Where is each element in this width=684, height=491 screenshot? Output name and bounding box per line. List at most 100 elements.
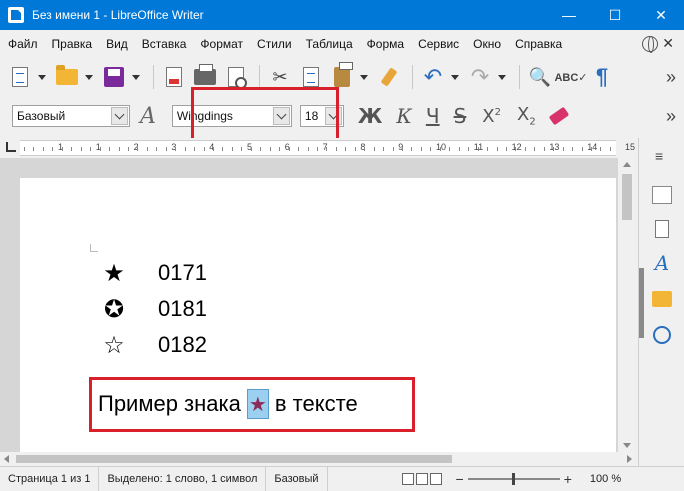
maximize-button[interactable]: ☐	[592, 0, 638, 30]
sidebar-menu-icon[interactable]: ≡	[655, 148, 663, 164]
tab-stop-selector[interactable]	[6, 142, 16, 152]
symbol-code: 0182	[158, 332, 207, 357]
paragraph-style-value: Базовый	[17, 109, 66, 123]
status-bar: Страница 1 из 1 Выделено: 1 слово, 1 сим…	[0, 466, 684, 491]
ruler-tick	[175, 147, 177, 151]
formatting-more-button[interactable]: »	[666, 106, 676, 127]
menu-edit[interactable]: Правка	[52, 37, 93, 51]
vertical-scroll-thumb[interactable]	[622, 174, 632, 220]
undo-dropdown[interactable]	[450, 63, 460, 91]
page-style[interactable]: Базовый	[266, 467, 328, 491]
ruler-tick	[392, 147, 394, 151]
menu-form[interactable]: Форма	[367, 37, 404, 51]
horizontal-scroll-thumb[interactable]	[16, 455, 452, 463]
minimize-button[interactable]: —	[546, 0, 592, 30]
zoom-level[interactable]: 100 %	[590, 473, 621, 485]
folder-icon	[56, 65, 78, 85]
menu-table[interactable]: Таблица	[306, 37, 353, 51]
vertical-scrollbar[interactable]	[618, 158, 636, 452]
toolbar-more-button[interactable]: »	[666, 67, 676, 88]
menu-window[interactable]: Окно	[473, 37, 501, 51]
single-page-view-icon[interactable]	[401, 473, 414, 485]
menu-format[interactable]: Формат	[200, 37, 243, 51]
clone-formatting-button[interactable]	[375, 63, 403, 91]
menu-styles[interactable]: Стили	[257, 37, 292, 51]
subscript-button[interactable]: X2	[517, 104, 536, 128]
symbol-glyph: ✪	[103, 295, 125, 323]
paste-dropdown[interactable]	[359, 63, 369, 91]
sidebar-styles-button[interactable]: A	[651, 251, 673, 275]
ruler-tick	[194, 147, 196, 151]
undo-icon: ↶	[423, 64, 443, 89]
italic-button[interactable]: К	[396, 106, 411, 126]
bold-button[interactable]: Ж	[358, 106, 382, 126]
ruler-tick	[515, 147, 517, 151]
sidebar-navigator-button[interactable]	[651, 324, 673, 346]
menu-insert[interactable]: Вставка	[142, 37, 187, 51]
scroll-up-arrow[interactable]	[623, 162, 631, 167]
sidebar-collapse-handle[interactable]	[639, 268, 644, 338]
redo-dropdown[interactable]	[497, 63, 507, 91]
ruler-tick	[468, 147, 470, 151]
menu-file[interactable]: Файл	[8, 37, 38, 51]
zoom-slider[interactable]	[467, 473, 560, 485]
ruler-tick	[449, 147, 451, 151]
ruler-tick	[90, 147, 92, 151]
ruler-tick	[402, 147, 403, 151]
horizontal-ruler[interactable]: 1123456789101112131415	[0, 138, 636, 158]
page-count[interactable]: Страница 1 из 1	[0, 467, 100, 491]
superscript-button[interactable]: X2	[482, 106, 501, 127]
ruler-tick	[420, 147, 422, 151]
scroll-down-arrow[interactable]	[623, 443, 631, 448]
ruler-tick	[127, 147, 129, 151]
ruler-tick	[99, 147, 101, 151]
new-document-button[interactable]	[6, 63, 34, 91]
ruler-label: 13	[549, 142, 560, 152]
selection-count[interactable]: Выделено: 1 слово, 1 символ	[99, 467, 267, 491]
book-view-icon[interactable]	[429, 473, 442, 485]
horizontal-scrollbar[interactable]	[0, 452, 636, 466]
symbol-row[interactable]: ✪ 0181	[100, 296, 207, 322]
scroll-left-arrow[interactable]	[4, 455, 9, 463]
symbol-row[interactable]: ★ 0171	[100, 260, 207, 286]
clear-formatting-icon[interactable]	[548, 106, 569, 126]
ruler-tick	[553, 147, 555, 151]
export-pdf-button[interactable]	[160, 63, 188, 91]
ruler-tick	[600, 147, 602, 151]
menu-view[interactable]: Вид	[106, 37, 128, 51]
spellcheck-icon: ABC✓	[554, 71, 588, 84]
sidebar-properties-button[interactable]	[651, 184, 673, 206]
save-button[interactable]	[100, 63, 128, 91]
scroll-right-arrow[interactable]	[627, 455, 632, 463]
undo-button[interactable]: ↶	[419, 63, 447, 91]
ruler-tick	[71, 147, 73, 151]
redo-button[interactable]: ↷	[466, 63, 494, 91]
save-dropdown[interactable]	[131, 63, 141, 91]
menu-tools[interactable]: Сервис	[418, 37, 459, 51]
globe-icon[interactable]	[642, 36, 658, 53]
sidebar-page-button[interactable]	[651, 218, 673, 240]
menu-help[interactable]: Справка	[515, 37, 562, 51]
zoom-out-button[interactable]: −	[456, 471, 464, 487]
update-style-icon[interactable]: A	[140, 104, 156, 129]
open-button[interactable]	[53, 63, 81, 91]
formatting-marks-button[interactable]: ¶	[588, 63, 616, 91]
printer-icon	[194, 64, 216, 85]
strikethrough-button[interactable]: S	[454, 106, 467, 126]
sidebar-gallery-button[interactable]	[651, 288, 673, 310]
close-button[interactable]: ✕	[638, 0, 684, 30]
chevron-down-icon[interactable]	[111, 107, 128, 125]
symbol-row[interactable]: ☆ 0182	[100, 332, 207, 358]
close-document-button[interactable]: ✕	[662, 35, 674, 52]
find-replace-button[interactable]: 🔍	[526, 63, 554, 91]
spelling-button[interactable]: ABC✓	[554, 63, 588, 91]
new-document-dropdown[interactable]	[37, 63, 47, 91]
multi-page-view-icon[interactable]	[415, 473, 428, 485]
ruler-tick	[288, 147, 290, 151]
ruler-tick	[109, 147, 111, 151]
superscript-mark: 2	[494, 106, 501, 118]
open-dropdown[interactable]	[84, 63, 94, 91]
paragraph-style-combo[interactable]: Базовый	[12, 105, 130, 127]
zoom-in-button[interactable]: +	[564, 471, 572, 487]
underline-button[interactable]: Ч	[426, 106, 440, 126]
